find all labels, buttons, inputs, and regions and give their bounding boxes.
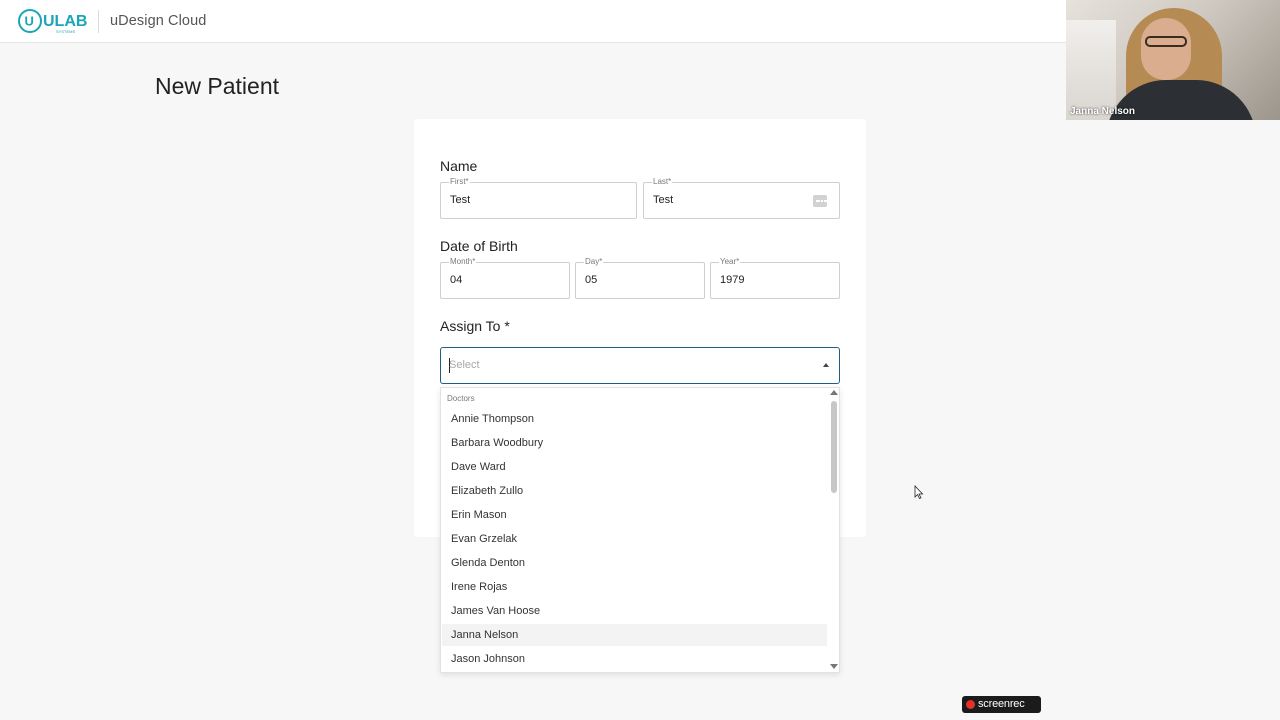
logo-subtext: SYSTEMS (56, 29, 75, 34)
screenrec-badge: screenrec (962, 696, 1041, 713)
cam-background (1066, 20, 1116, 120)
list-item[interactable]: Annie Thompson (442, 408, 827, 430)
list-item[interactable]: Irene Rojas (442, 576, 827, 598)
list-item[interactable]: Barbara Woodbury (442, 432, 827, 454)
assign-to-placeholder: Select (449, 359, 480, 371)
list-item[interactable]: James Van Hoose (442, 600, 827, 622)
dob-day-field[interactable]: Day* 05 (575, 257, 705, 299)
assign-to-select[interactable]: Select (440, 347, 840, 384)
list-item[interactable]: Glenda Denton (442, 552, 827, 574)
app-title: uDesign Cloud (110, 13, 207, 29)
list-item[interactable]: Evan Grzelak (442, 528, 827, 550)
ulab-logo[interactable]: U ULAB SYSTEMS (18, 8, 88, 34)
dob-day-value: 05 (585, 274, 598, 286)
dob-month-value: 04 (450, 274, 463, 286)
dob-month-field[interactable]: Month* 04 (440, 257, 570, 299)
chevron-up-icon[interactable] (823, 363, 829, 367)
assign-to-section-label: Assign To * (440, 318, 510, 334)
scroll-up-arrow-icon[interactable] (830, 390, 838, 395)
name-section-label: Name (440, 158, 478, 174)
list-item[interactable]: Jason Johnson (442, 648, 827, 670)
list-item-hovered[interactable]: Janna Nelson (442, 624, 827, 646)
mouse-pointer-icon (914, 485, 924, 499)
dob-year-field[interactable]: Year* 1979 (710, 257, 840, 299)
dob-year-value: 1979 (720, 274, 745, 286)
svg-text:U: U (25, 14, 34, 29)
last-name-field[interactable]: Last* Test (643, 177, 840, 219)
scroll-down-arrow-icon[interactable] (830, 664, 838, 669)
list-item[interactable]: Dave Ward (442, 456, 827, 478)
assign-to-dropdown[interactable]: Doctors Annie Thompson Barbara Woodbury … (440, 387, 840, 673)
dob-day-label: Day* (584, 257, 604, 267)
record-dot-icon (966, 700, 975, 709)
webcam-video: Janna Nelson (1066, 0, 1280, 120)
scrollbar-thumb[interactable] (831, 401, 837, 493)
last-name-label: Last* (652, 177, 673, 187)
dropdown-group-label: Doctors (447, 394, 475, 403)
autofill-icon[interactable] (813, 195, 828, 207)
page-title: New Patient (155, 73, 280, 100)
screenrec-label: screenrec (978, 698, 1025, 710)
dob-month-label: Month* (449, 257, 477, 267)
list-item[interactable]: Elizabeth Zullo (442, 480, 827, 502)
last-name-value: Test (653, 194, 674, 206)
logo-text: ULAB (43, 13, 87, 30)
header-divider (98, 10, 99, 33)
cam-person-face (1141, 18, 1191, 80)
cam-person-glasses (1145, 36, 1187, 47)
first-name-value: Test (450, 194, 471, 206)
dob-year-label: Year* (719, 257, 741, 267)
participant-name: Janna Nelson (1070, 106, 1136, 117)
first-name-field[interactable]: First* Test (440, 177, 637, 219)
first-name-label: First* (449, 177, 470, 187)
top-bar: U ULAB SYSTEMS uDesign Cloud (0, 0, 1066, 43)
dob-section-label: Date of Birth (440, 238, 518, 254)
list-item[interactable]: Erin Mason (442, 504, 827, 526)
